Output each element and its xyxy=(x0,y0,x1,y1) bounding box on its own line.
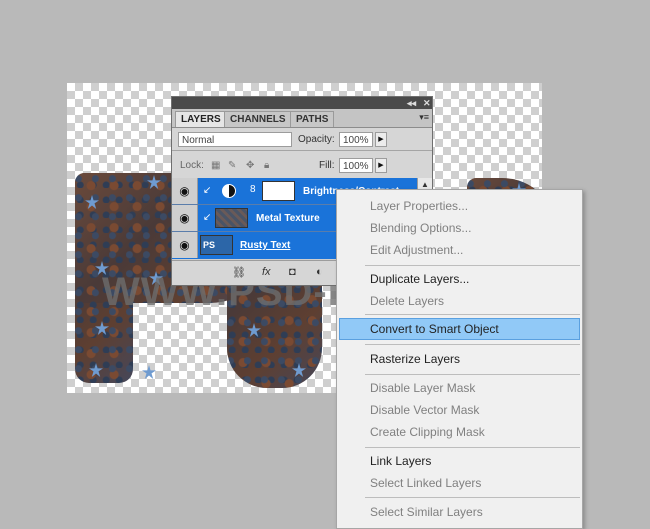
menu-item-layer-properties[interactable]: Layer Properties... xyxy=(370,199,468,213)
layer-thumbnail xyxy=(215,208,248,228)
rivet-icon xyxy=(247,323,261,337)
divider xyxy=(172,150,432,151)
visibility-eye-icon[interactable]: ◉ xyxy=(172,178,198,204)
menu-separator xyxy=(365,497,580,498)
mask-link-icon: 8 xyxy=(250,184,256,195)
layer-name[interactable]: Rusty Text xyxy=(240,240,290,251)
opacity-input[interactable]: 100% xyxy=(339,132,373,147)
adjustment-icon xyxy=(222,184,236,198)
lock-transparent-icon[interactable]: ▦ xyxy=(211,158,220,173)
collapse-icon[interactable]: ◂◂ xyxy=(407,98,416,109)
menu-separator xyxy=(365,344,580,345)
add-mask-icon[interactable]: ◘ xyxy=(289,266,296,278)
rivet-icon xyxy=(142,365,156,379)
menu-item-duplicate-layers[interactable]: Duplicate Layers... xyxy=(370,272,469,286)
clipping-arrow-icon: ↙ xyxy=(203,212,212,223)
adjustment-layer-icon[interactable]: ◐ xyxy=(316,266,323,278)
visibility-eye-icon[interactable]: ◉ xyxy=(172,232,198,258)
opacity-label: Opacity: xyxy=(298,134,335,145)
menu-item-delete-layers[interactable]: Delete Layers xyxy=(370,294,444,308)
fill-input[interactable]: 100% xyxy=(339,158,373,173)
lock-label: Lock: xyxy=(180,160,204,171)
close-icon[interactable]: ✕ xyxy=(423,98,431,109)
menu-separator xyxy=(365,447,580,448)
menu-item-select-linked-layers[interactable]: Select Linked Layers xyxy=(370,476,481,490)
lock-row: Lock: ▦ ✎ ✥ 🔒︎ Fill: 100% ▶ xyxy=(172,153,432,177)
panel-titlebar[interactable]: ◂◂ ✕ xyxy=(172,97,432,109)
layer-context-menu: Layer Properties... Blending Options... … xyxy=(336,189,583,529)
menu-item-disable-vector-mask[interactable]: Disable Vector Mask xyxy=(370,403,479,417)
rivet-icon xyxy=(85,195,99,209)
rivet-icon xyxy=(89,363,103,377)
layer-mask-thumbnail xyxy=(262,181,295,201)
menu-item-select-similar-layers[interactable]: Select Similar Layers xyxy=(370,505,483,519)
link-layers-icon[interactable]: ⛓ xyxy=(232,266,246,279)
visibility-eye-icon[interactable]: ◉ xyxy=(172,205,198,231)
menu-separator xyxy=(365,374,580,375)
smart-object-thumbnail: PS xyxy=(200,235,233,255)
rivet-icon xyxy=(147,175,161,189)
opacity-slider-arrow-icon[interactable]: ▶ xyxy=(375,132,387,147)
lock-paint-icon[interactable]: ✎ xyxy=(228,158,236,173)
menu-item-blending-options[interactable]: Blending Options... xyxy=(370,221,471,235)
fill-slider-arrow-icon[interactable]: ▶ xyxy=(375,158,387,173)
menu-item-edit-adjustment[interactable]: Edit Adjustment... xyxy=(370,243,463,257)
lock-all-icon[interactable]: 🔒︎ xyxy=(264,158,269,173)
menu-item-convert-to-smart-object[interactable]: Convert to Smart Object xyxy=(370,322,499,336)
fx-icon[interactable]: fx xyxy=(262,266,271,278)
menu-item-create-clipping-mask[interactable]: Create Clipping Mask xyxy=(370,425,485,439)
menu-item-rasterize-layers[interactable]: Rasterize Layers xyxy=(370,352,460,366)
panel-menu-icon[interactable]: ▾≡ xyxy=(419,112,429,123)
fill-label: Fill: xyxy=(319,160,335,171)
blend-row: Normal Opacity: 100% ▶ xyxy=(172,128,432,152)
panel-tabs: LAYERS CHANNELS PATHS ▾≡ xyxy=(172,109,432,128)
lock-move-icon[interactable]: ✥ xyxy=(246,158,254,173)
menu-separator xyxy=(365,265,580,266)
chain-link-icon: ↙ xyxy=(203,185,212,196)
tab-layers[interactable]: LAYERS xyxy=(175,111,227,127)
rivet-icon xyxy=(292,363,306,377)
tab-paths[interactable]: PATHS xyxy=(290,111,335,127)
menu-separator xyxy=(365,314,580,315)
menu-item-disable-layer-mask[interactable]: Disable Layer Mask xyxy=(370,381,475,395)
tab-channels[interactable]: CHANNELS xyxy=(224,111,292,127)
menu-item-link-layers[interactable]: Link Layers xyxy=(370,454,431,468)
rivet-icon xyxy=(95,321,109,335)
blend-mode-select[interactable]: Normal xyxy=(178,132,292,147)
layer-name[interactable]: Metal Texture xyxy=(256,213,320,224)
